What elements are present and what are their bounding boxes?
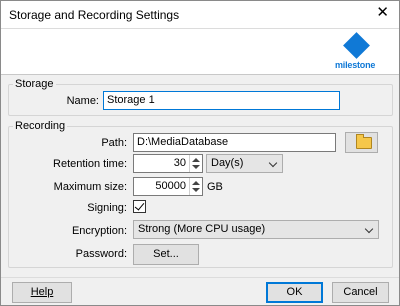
chevron-down-icon [268, 158, 278, 168]
spin-down-icon[interactable] [192, 165, 200, 169]
maximum-size-label: Maximum size: [53, 181, 127, 193]
retention-spin-buttons[interactable] [189, 155, 202, 172]
path-label: Path: [101, 137, 127, 149]
settings-dialog: Storage and Recording Settings ✕ milesto… [0, 0, 400, 306]
maximum-size-unit: GB [207, 181, 223, 193]
encryption-select[interactable]: Strong (More CPU usage) [133, 220, 379, 239]
signing-label: Signing: [87, 202, 127, 214]
cancel-button[interactable]: Cancel [332, 282, 389, 303]
brand-name: milestone [335, 60, 376, 70]
retention-time-value: 30 [173, 157, 186, 169]
chevron-down-icon [364, 224, 374, 234]
password-label: Password: [75, 248, 127, 260]
checkmark-icon [134, 200, 145, 211]
milestone-logo-icon [343, 32, 370, 59]
spin-up-icon[interactable] [192, 181, 200, 185]
retention-unit-value: Day(s) [211, 157, 244, 169]
maximum-size-value: 50000 [155, 180, 186, 192]
help-button[interactable]: Help [12, 282, 72, 303]
retention-time-stepper[interactable]: 30 [133, 154, 203, 173]
maximum-size-spin-buttons[interactable] [189, 178, 202, 195]
recording-legend: Recording [13, 120, 68, 133]
close-icon[interactable]: ✕ [376, 4, 389, 22]
spin-down-icon[interactable] [192, 188, 200, 192]
maximum-size-stepper[interactable]: 50000 [133, 177, 203, 196]
signing-checkbox[interactable] [133, 200, 146, 213]
name-label: Name: [66, 95, 99, 107]
help-button-label: Help [30, 286, 54, 298]
spin-up-icon[interactable] [192, 158, 200, 162]
retention-unit-select[interactable]: Day(s) [206, 154, 283, 173]
set-password-button[interactable]: Set... [133, 244, 199, 265]
window-title: Storage and Recording Settings [9, 8, 180, 22]
path-input[interactable]: D:\MediaDatabase [133, 133, 336, 152]
storage-name-input[interactable]: Storage 1 [103, 91, 340, 110]
title-bar: Storage and Recording Settings ✕ [1, 1, 399, 28]
ok-button[interactable]: OK [266, 282, 323, 303]
browse-folder-button[interactable] [345, 132, 378, 153]
folder-icon [356, 134, 372, 149]
encryption-value: Strong (More CPU usage) [138, 223, 266, 235]
footer-divider [1, 277, 399, 278]
retention-time-label: Retention time: [53, 158, 127, 170]
encryption-label: Encryption: [71, 225, 127, 237]
storage-legend: Storage [13, 78, 56, 91]
